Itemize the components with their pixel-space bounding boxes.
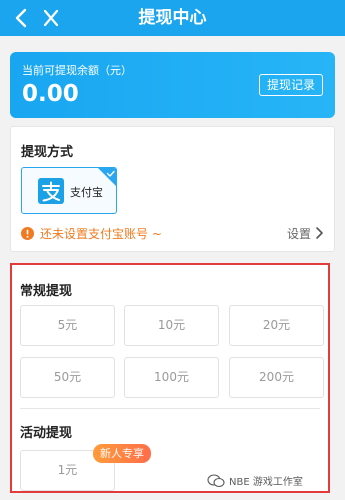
withdraw-record-button[interactable]: 提现记录 xyxy=(258,74,323,96)
amount-option[interactable]: 5元 xyxy=(20,305,115,346)
amount-option[interactable]: 20元 xyxy=(229,305,324,346)
amount-selection-section: 常规提现 5元 10元 20元 50元 100元 200元 活动提现 1元 新人… xyxy=(10,263,330,493)
amount-option[interactable]: 50元 xyxy=(20,357,115,398)
setting-link[interactable]: 设置 xyxy=(287,225,324,241)
amount-option[interactable]: 200元 xyxy=(229,357,324,398)
activity-withdraw-title: 活动提现 xyxy=(20,426,73,441)
balance-label: 当前可提现余额（元） xyxy=(22,64,132,77)
balance-card: 当前可提现余额（元） 0.00 提现记录 xyxy=(10,52,335,118)
new-user-badge: 新人专享 xyxy=(93,444,151,463)
top-bar: 提现中心 xyxy=(0,0,345,36)
regular-withdraw-title: 常规提现 xyxy=(20,284,73,299)
alipay-option[interactable]: 支付宝 xyxy=(21,167,117,214)
balance-amount: 0.00 xyxy=(22,81,79,107)
watermark-text: NBE 游戏工作室 xyxy=(229,477,303,488)
selected-check-icon xyxy=(98,168,116,186)
amount-option[interactable]: 10元 xyxy=(124,305,219,346)
account-warning: 还未设置支付宝账号 ~ xyxy=(21,225,162,241)
watermark: NBE 游戏工作室 xyxy=(207,473,303,488)
warning-text: 还未设置支付宝账号 ~ xyxy=(40,226,162,241)
withdraw-method-section: 提现方式 支付宝 还未设置支付宝账号 ~ 设置 xyxy=(10,126,335,252)
setting-label: 设置 xyxy=(286,226,311,241)
section-divider xyxy=(20,408,320,409)
amount-option[interactable]: 100元 xyxy=(124,357,219,398)
page-title: 提现中心 xyxy=(138,8,207,28)
chevron-right-icon xyxy=(316,227,323,239)
wechat-icon xyxy=(207,473,225,487)
alipay-icon xyxy=(38,178,64,204)
warning-icon xyxy=(21,226,34,240)
alipay-label: 支付宝 xyxy=(70,186,103,199)
method-title: 提现方式 xyxy=(21,145,74,160)
